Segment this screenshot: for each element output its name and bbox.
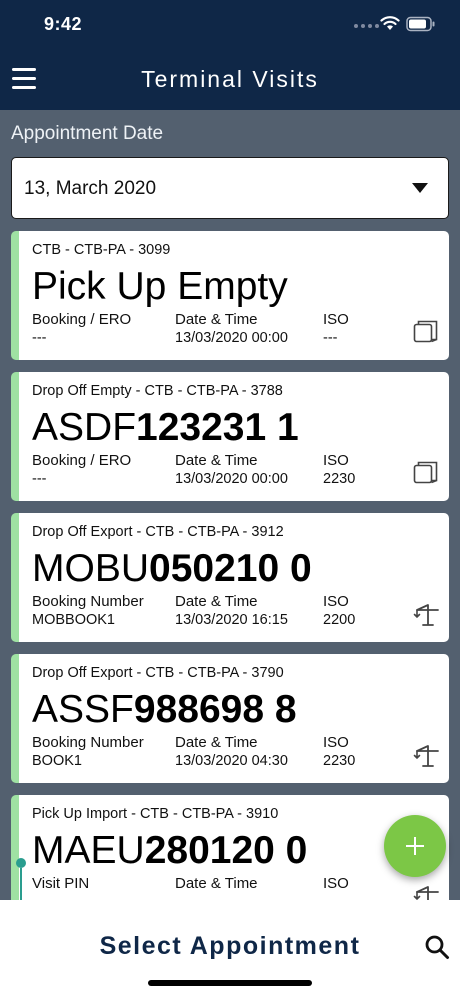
datetime-value: 13/03/2020 00:00 [175,330,288,346]
booking-header: Booking / ERO [32,311,132,328]
booking-column: Booking Number BOOK1 [32,734,144,770]
visit-title: MOBU050210 0 [32,546,312,592]
visit-title: ASDF123231 1 [32,405,299,451]
crane-icon [413,745,439,767]
booking-value: --- [32,471,47,487]
datetime-value: 13/03/2020 00:00 [175,471,288,487]
datetime-header: Date & Time [175,452,258,469]
datetime-header: Date & Time [175,734,258,751]
iso-column: ISO [323,875,349,893]
home-indicator [148,980,312,986]
cellular-signal-icon [354,24,379,28]
booking-column: Booking / ERO --- [32,311,131,347]
datetime-column: Date & Time [175,875,258,893]
status-bar: 9:42 [0,0,460,50]
appointment-date-label: Appointment Date [11,123,164,144]
app-header: 9:42 Terminal Visits [0,0,460,110]
crane-icon [413,604,439,626]
page-title: Terminal Visits [141,66,319,92]
iso-value: --- [323,330,338,346]
iso-header: ISO [323,311,349,328]
pin-header: Visit PIN [32,875,90,892]
visit-subtitle: Drop Off Export - CTB - CTB-PA - 3912 [32,524,284,540]
container-icon [413,461,438,484]
iso-column: ISO 2230 [323,452,355,488]
datetime-column: Date & Time 13/03/2020 00:00 [175,452,288,488]
datetime-value: 13/03/2020 16:15 [175,612,288,628]
visit-card[interactable]: Drop Off Export - CTB - CTB-PA - 3790 AS… [11,654,449,783]
visit-title-prefix: ASSF [32,688,134,731]
visit-title-prefix: Pick Up Empty [32,265,288,308]
battery-icon [406,16,435,32]
iso-header: ISO [323,452,349,469]
visit-title-number: 988698 8 [133,688,297,731]
visit-title-prefix: ASDF [32,406,137,449]
booking-header: Booking Number [32,734,144,751]
selected-date: 13, March 2020 [24,178,157,199]
booking-header: Booking Number [32,593,144,610]
status-time: 9:42 [44,14,83,34]
visit-title: MAEU280120 0 [32,828,307,874]
visit-card[interactable]: Drop Off Empty - CTB - CTB-PA - 3788 ASD… [11,372,449,501]
visit-subtitle: Drop Off Export - CTB - CTB-PA - 3790 [32,665,284,681]
datetime-header: Date & Time [175,593,258,610]
visit-subtitle: Drop Off Empty - CTB - CTB-PA - 3788 [32,383,283,399]
bottom-bar: Select Appointment [0,900,460,996]
booking-value: --- [32,330,47,346]
datetime-header: Date & Time [175,875,258,892]
booking-value: BOOK1 [32,753,82,769]
iso-header: ISO [323,875,349,892]
visits-list[interactable]: Appointment Date 13, March 2020 CTB - CT… [0,110,460,900]
datetime-column: Date & Time 13/03/2020 16:15 [175,593,288,629]
visit-title-number: 050210 0 [149,547,312,590]
iso-value: 2200 [323,612,356,628]
wifi-icon [380,16,400,30]
datetime-value: 13/03/2020 04:30 [175,753,288,769]
booking-value: MOBBOOK1 [32,612,115,628]
iso-header: ISO [323,593,349,610]
crane-icon [413,886,439,900]
select-appointment-button[interactable]: Select Appointment [0,932,460,961]
container-icon [413,320,438,343]
visit-card[interactable]: Drop Off Export - CTB - CTB-PA - 3912 MO… [11,513,449,642]
visit-subtitle: CTB - CTB-PA - 3099 [32,242,171,258]
iso-column: ISO 2230 [323,734,355,770]
iso-value: 2230 [323,753,356,769]
visit-title: ASSF988698 8 [32,687,297,733]
iso-column: ISO --- [323,311,349,347]
visit-card[interactable]: CTB - CTB-PA - 3099 Pick Up Empty Bookin… [11,231,449,360]
visit-title-number: 280120 0 [144,829,308,872]
iso-header: ISO [323,734,349,751]
booking-column: Booking / ERO --- [32,452,131,488]
appointment-date-select[interactable]: 13, March 2020 [11,157,449,219]
visit-title-number: 123231 1 [136,406,299,449]
booking-column: Booking Number MOBBOOK1 [32,593,144,629]
visit-title-prefix: MAEU [32,829,145,872]
dropdown-arrow-icon [412,183,428,193]
iso-value: 2230 [323,471,356,487]
datetime-column: Date & Time 13/03/2020 00:00 [175,311,288,347]
visit-title: Pick Up Empty [32,264,288,310]
booking-header: Booking / ERO [32,452,132,469]
search-icon[interactable] [424,934,450,960]
visit-title-prefix: MOBU [32,547,149,590]
timeline-marker [16,858,26,900]
visit-subtitle: Pick Up Import - CTB - CTB-PA - 3910 [32,806,279,822]
iso-column: ISO 2200 [323,593,355,629]
datetime-header: Date & Time [175,311,258,328]
add-appointment-button[interactable] [384,815,446,877]
pin-column: Visit PIN [32,875,89,893]
datetime-column: Date & Time 13/03/2020 04:30 [175,734,288,770]
